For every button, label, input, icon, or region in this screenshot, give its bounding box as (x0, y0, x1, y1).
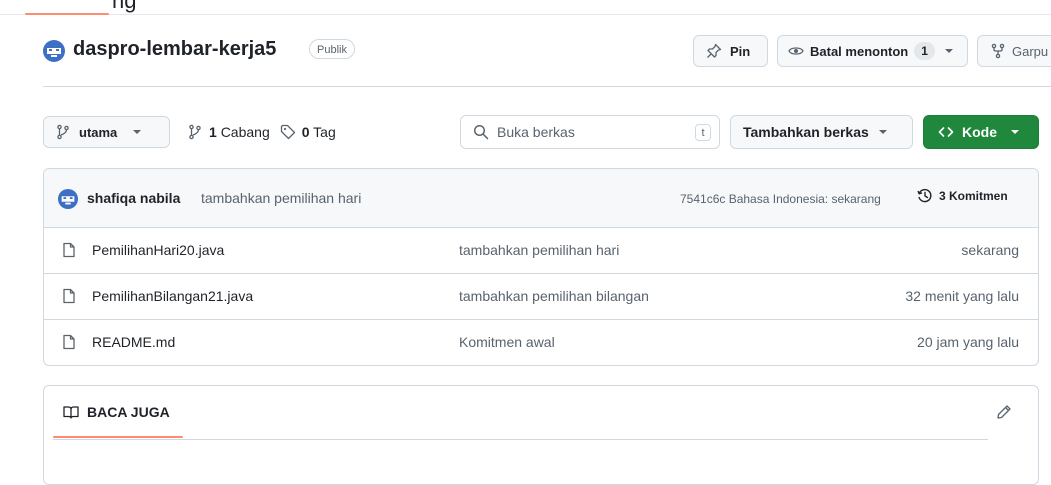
file-commit-message[interactable]: tambahkan pemilihan bilangan (459, 288, 649, 304)
branch-word: Cabang (220, 124, 270, 140)
file-row: PemilihanBilangan21.java tambahkan pemil… (44, 274, 1038, 320)
tag-count: 0 (301, 124, 310, 140)
history-icon (917, 188, 933, 204)
watch-count: 1 (914, 42, 935, 60)
tag-icon (280, 124, 296, 140)
author-avatar[interactable] (58, 189, 78, 209)
commit-message[interactable]: tambahkan pemilihan hari (201, 190, 361, 206)
file-icon (61, 288, 77, 304)
fork-button[interactable]: Garpu (977, 35, 1051, 67)
active-tab-underline (25, 13, 109, 15)
add-file-label: Tambahkan berkas (743, 124, 869, 140)
branch-tag-info: 1 Cabang 0 Tag (187, 118, 336, 146)
branch-icon (55, 124, 71, 140)
file-row: PemilihanHari20.java tambahkan pemilihan… (44, 228, 1038, 274)
watch-label: Batal menonton (810, 43, 909, 59)
chevron-down-icon (133, 130, 142, 134)
eye-icon (788, 43, 804, 59)
search-placeholder: Buka berkas (497, 124, 575, 140)
latest-commit-bar: shafiqa nabila tambahkan pemilihan hari … (44, 169, 1038, 228)
file-icon (61, 334, 77, 350)
tag-word: Tag (313, 124, 336, 140)
file-commit-time: 20 jam yang lalu (917, 334, 1019, 350)
repo-name[interactable]: daspro-lembar-kerja5 (73, 38, 276, 61)
commits-link[interactable]: 3 Komitmen (917, 188, 1008, 204)
header-divider (43, 86, 1051, 87)
file-row: README.md Komitmen awal 20 jam yang lalu (44, 320, 1038, 365)
file-name[interactable]: PemilihanBilangan21.java (92, 288, 253, 304)
search-icon (473, 124, 489, 140)
pencil-icon[interactable] (996, 404, 1012, 420)
branch-count: 1 (209, 124, 217, 140)
keyboard-shortcut-hint: t (695, 124, 711, 141)
code-label: Kode (962, 124, 997, 140)
repo-avatar-icon[interactable] (43, 40, 65, 62)
active-tab-underline (53, 436, 183, 438)
branch-name: utama (79, 124, 118, 140)
chevron-down-icon (1011, 130, 1019, 134)
file-name[interactable]: PemilihanHari20.java (92, 242, 224, 258)
file-list: shafiqa nabila tambahkan pemilihan hari … (43, 168, 1039, 366)
pin-icon (706, 43, 722, 59)
go-to-file-input[interactable]: Buka berkas t (460, 115, 720, 149)
readme-tab-label: BACA JUGA (87, 404, 170, 420)
file-commit-time: 32 menit yang lalu (905, 288, 1019, 304)
code-icon (938, 124, 954, 140)
branch-select-button[interactable]: utama (43, 116, 170, 148)
add-file-button[interactable]: Tambahkan berkas (730, 115, 913, 149)
readme-panel: BACA JUGA (43, 385, 1039, 485)
readme-divider (53, 439, 988, 440)
visibility-badge: Publik (309, 39, 355, 59)
pin-label: Pin (730, 43, 751, 59)
pin-button[interactable]: Pin (693, 35, 768, 67)
file-commit-message[interactable]: tambahkan pemilihan hari (459, 242, 619, 258)
file-name[interactable]: README.md (92, 334, 175, 350)
file-icon (61, 242, 77, 258)
commit-meta[interactable]: 7541c6c Bahasa Indonesia: sekarang (680, 192, 881, 206)
watch-button[interactable]: Batal menonton 1 (777, 35, 968, 67)
code-button[interactable]: Kode (923, 115, 1039, 149)
tab-readme[interactable]: BACA JUGA (63, 404, 170, 420)
top-nav-partial-label: ng (112, 0, 137, 13)
tags-link[interactable]: 0 Tag (302, 124, 336, 140)
book-icon (63, 404, 79, 420)
file-commit-message[interactable]: Komitmen awal (459, 334, 555, 350)
branches-link[interactable]: 1 Cabang (209, 124, 270, 140)
commits-label: 3 Komitmen (939, 189, 1008, 203)
branch-icon (187, 124, 203, 140)
chevron-down-icon (878, 130, 887, 134)
chevron-down-icon (944, 49, 953, 53)
file-commit-time: sekarang (961, 242, 1019, 258)
fork-icon (990, 43, 1006, 59)
top-nav-divider (0, 14, 1051, 15)
commit-author[interactable]: shafiqa nabila (87, 190, 180, 206)
fork-label: Garpu (1012, 43, 1049, 59)
